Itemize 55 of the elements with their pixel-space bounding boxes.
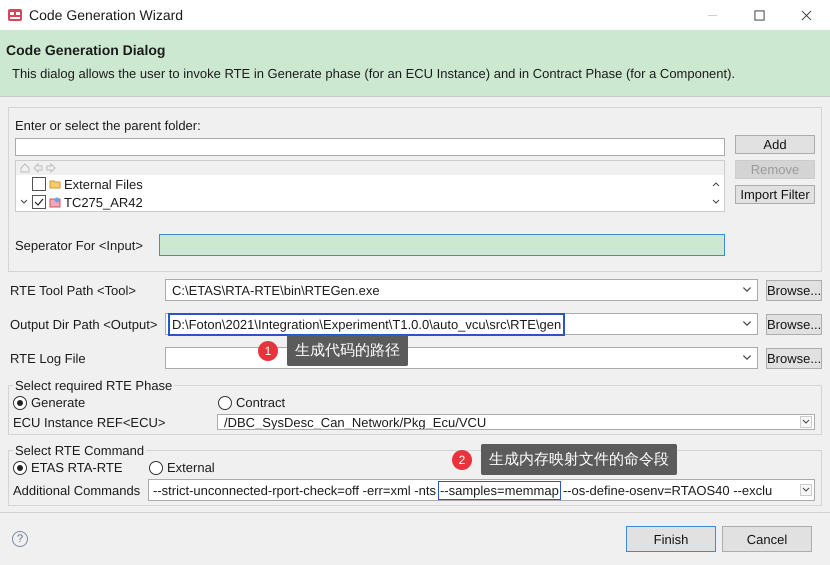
- project-icon: [49, 196, 61, 208]
- radio-button[interactable]: [13, 460, 27, 474]
- close-icon[interactable]: [801, 10, 812, 20]
- ecu-label: ECU Instance REF<ECU>: [13, 414, 166, 430]
- ecu-value: /DBC_SysDesc_Can_Network/Pkg_Ecu/VCU: [223, 415, 488, 429]
- radio-label[interactable]: ETAS RTA-RTE: [31, 460, 122, 475]
- folder-button[interactable]: Add: [735, 135, 815, 154]
- browse-button[interactable]: Browse...: [766, 314, 822, 334]
- path-label: RTE Log File: [10, 350, 87, 366]
- tree-item[interactable]: TC275_AR42: [64, 194, 143, 210]
- annotation-number: 1: [258, 340, 278, 360]
- radio-button[interactable]: [218, 396, 232, 410]
- annotation-bubble: 生成代码的路径: [287, 335, 408, 366]
- path-value: D:\Foton\2021\Integration\Experiment\T1.0.0\auto_vcu\src\RTE\gen: [168, 312, 566, 336]
- separator-input[interactable]: [158, 234, 725, 256]
- folder-icon: [49, 178, 61, 190]
- ecu-combo[interactable]: /DBC_SysDesc_Can_Network/Pkg_Ecu/VCU: [217, 414, 815, 430]
- dialog-button[interactable]: Finish: [626, 526, 716, 552]
- tree-checkbox[interactable]: [32, 177, 46, 191]
- path-combo[interactable]: C:\ETAS\RTA-RTE\bin\RTEGen.exe: [165, 279, 758, 301]
- dropdown-icon[interactable]: [800, 416, 812, 428]
- command-text: --os-define-osenv=RTAOS40 --exclu: [562, 482, 774, 500]
- radio-button[interactable]: [149, 460, 163, 474]
- annotation-bubble: 生成内存映射文件的命令段: [481, 444, 677, 475]
- dropdown-icon[interactable]: [800, 484, 812, 496]
- folder-label: Enter or select the parent folder:: [15, 118, 202, 133]
- command-text: --strict-unconnected-rport-check=off -err=xml -nts: [152, 482, 437, 500]
- folder-button[interactable]: Import Filter: [735, 185, 815, 204]
- path-label: Output Dir Path <Output>: [10, 316, 158, 332]
- window-title: Code Generation Wizard: [29, 7, 184, 23]
- tree-checkbox[interactable]: [32, 195, 46, 209]
- group-legend: Select RTE Command: [13, 443, 146, 458]
- dialog-button[interactable]: Cancel: [722, 526, 812, 552]
- commands-combo[interactable]: --strict-unconnected-rport-check=off -err=xml -nts --samples=memmap --os-define-osenv=RTAOS40 --exclu: [148, 479, 815, 501]
- radio-label[interactable]: External: [167, 460, 215, 475]
- separator-label: Seperator For <Input>: [15, 238, 143, 252]
- folder-input[interactable]: [15, 138, 725, 156]
- annotation-number: 2: [452, 450, 472, 470]
- commands-label: Additional Commands: [13, 482, 142, 498]
- radio-button[interactable]: [13, 396, 27, 410]
- maximize-icon[interactable]: [754, 10, 765, 20]
- dialog-title: Code Generation Dialog: [6, 42, 166, 58]
- group-legend: Select required RTE Phase: [13, 378, 174, 393]
- browse-button[interactable]: Browse...: [766, 280, 822, 300]
- command-text: --samples=memmap: [438, 480, 561, 500]
- app-icon: [7, 7, 23, 23]
- help-button[interactable]: ?: [12, 531, 28, 547]
- radio-label[interactable]: Generate: [31, 395, 86, 410]
- path-value: C:\ETAS\RTA-RTE\bin\RTEGen.exe: [171, 282, 381, 300]
- path-label: RTE Tool Path <Tool>: [10, 282, 137, 298]
- dialog-description: This dialog allows the user to invoke RTE in Generate phase (for an ECU Instance) and in Contract Phase (for a Component).: [12, 66, 736, 81]
- tree-item[interactable]: External Files: [64, 176, 143, 192]
- browse-button[interactable]: Browse...: [766, 348, 822, 368]
- radio-label[interactable]: Contract: [236, 395, 286, 410]
- path-combo[interactable]: D:\Foton\2021\Integration\Experiment\T1.0.0\auto_vcu\src\RTE\gen: [165, 313, 758, 335]
